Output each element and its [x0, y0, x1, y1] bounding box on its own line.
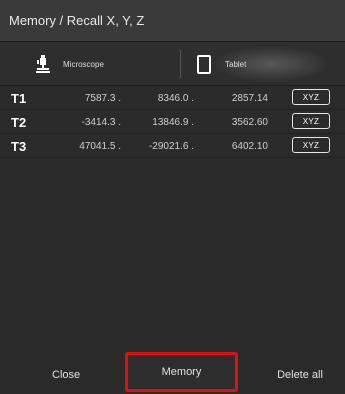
- memory-row-z: 6402.10: [231, 141, 268, 152]
- memory-row-x: 7587.3 .: [84, 93, 121, 104]
- window-title: Memory / Recall X, Y, Z: [9, 13, 145, 28]
- memory-row-t3: T3 47041.5 . -29021.6 . 6402.10 XYZ: [0, 134, 345, 158]
- recall-xyz-button[interactable]: XYZ: [292, 113, 330, 129]
- microscope-mode-label: Microscope: [63, 59, 104, 69]
- memory-row-id: T2: [11, 115, 27, 130]
- memory-row-id: T1: [11, 91, 27, 106]
- memory-row-t2: T2 -3414.3 . 13846.9 . 3562.60 XYZ: [0, 110, 345, 134]
- memory-row-y: 13846.9 .: [152, 117, 194, 128]
- memory-row-x: -3414.3 .: [81, 117, 121, 128]
- memory-row-t1: T1 7587.3 . 8346.0 . 2857.14 XYZ: [0, 86, 345, 110]
- memory-row-y: -29021.6 .: [148, 141, 194, 152]
- window-title-bar: Memory / Recall X, Y, Z: [0, 0, 345, 42]
- recall-xyz-button[interactable]: XYZ: [292, 89, 330, 105]
- memory-row-y: 8346.0 .: [157, 93, 194, 104]
- memory-row-id: T3: [11, 139, 27, 154]
- memory-list: T1 7587.3 . 8346.0 . 2857.14 XYZ T2 -341…: [0, 86, 345, 158]
- close-button[interactable]: Close: [36, 360, 116, 390]
- memory-row-x: 47041.5 .: [79, 141, 121, 152]
- recall-xyz-button[interactable]: XYZ: [292, 137, 330, 153]
- memory-row-z: 2857.14: [231, 93, 268, 104]
- footer-toolbar: Close Memory Delete all: [0, 352, 345, 394]
- delete-all-button[interactable]: Delete all: [255, 360, 345, 390]
- memory-button[interactable]: Memory: [125, 352, 238, 392]
- tablet-icon: [197, 54, 211, 74]
- microscope-icon: [36, 55, 50, 73]
- tablet-mode-button[interactable]: Tablet: [181, 42, 345, 86]
- tablet-mode-label: Tablet: [225, 59, 247, 69]
- microscope-mode-button[interactable]: Microscope: [0, 42, 180, 86]
- mode-selector: Microscope Tablet: [0, 42, 345, 86]
- memory-row-z: 3562.60: [231, 117, 268, 128]
